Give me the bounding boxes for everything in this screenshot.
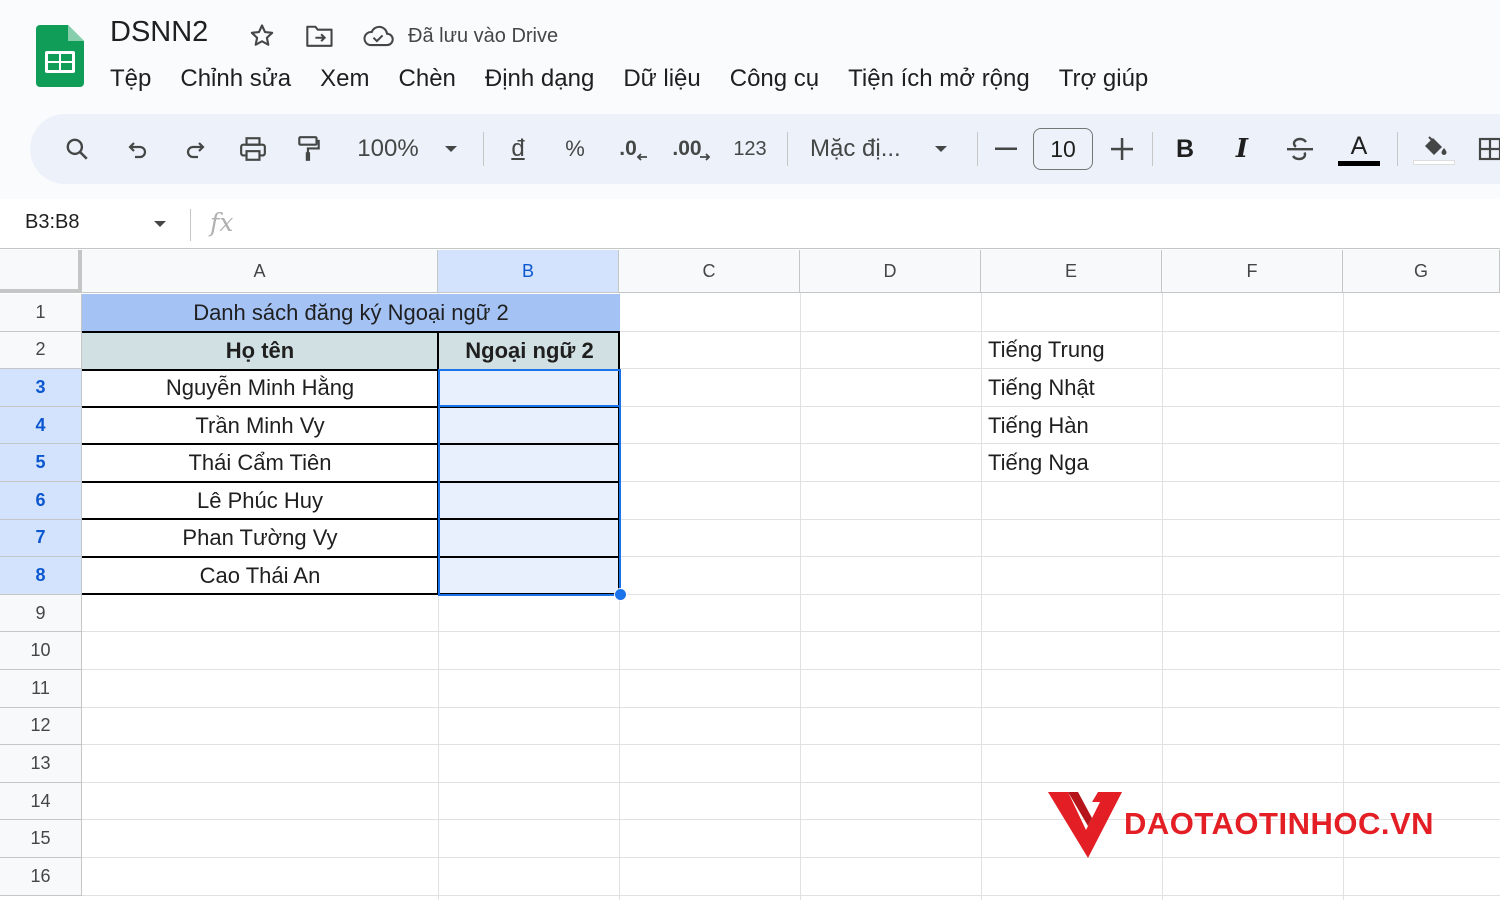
text-color-label: A xyxy=(1350,131,1368,160)
row-header-1[interactable]: 1 xyxy=(0,294,82,332)
decrease-font-size-icon[interactable] xyxy=(992,114,1020,184)
save-status: Đã lưu vào Drive xyxy=(408,25,559,47)
name-box[interactable]: B3:B8 xyxy=(25,211,79,234)
search-menu-icon[interactable] xyxy=(60,114,94,184)
fill-color-button[interactable] xyxy=(1412,114,1456,184)
row-header-12[interactable]: 12 xyxy=(0,707,82,746)
menu-tools[interactable]: Công cụ xyxy=(730,62,819,96)
name-cell-a8[interactable]: Cao Thái An xyxy=(82,557,438,595)
document-title[interactable]: DSNN2 xyxy=(110,16,208,49)
formula-bar: B3:B8 fx xyxy=(0,199,1500,249)
text-color-swatch xyxy=(1338,160,1380,166)
fx-icon: fx xyxy=(210,208,234,237)
column-header-a[interactable]: A xyxy=(82,250,438,293)
name-cell-a6[interactable]: Lê Phúc Huy xyxy=(82,482,438,520)
row-header-9[interactable]: 9 xyxy=(0,594,82,633)
text-color-button[interactable]: A xyxy=(1338,114,1380,184)
bold-button[interactable]: B xyxy=(1171,114,1199,184)
watermark-v-icon xyxy=(1048,792,1122,858)
font-chevron-down-icon[interactable] xyxy=(930,114,952,184)
move-folder-icon[interactable] xyxy=(302,20,338,52)
column-header-f[interactable]: F xyxy=(1162,250,1343,293)
name-cell-a7[interactable]: Phan Tường Vy xyxy=(82,520,438,558)
menu-file[interactable]: Tệp xyxy=(110,62,151,96)
percent-format-button[interactable]: % xyxy=(561,114,589,184)
row-header-10[interactable]: 10 xyxy=(0,632,82,670)
star-icon[interactable] xyxy=(244,20,280,52)
column-header-b[interactable]: B xyxy=(438,250,619,293)
fill-color-swatch xyxy=(1413,159,1455,165)
row-header-13[interactable]: 13 xyxy=(0,745,82,783)
menu-help[interactable]: Trợ giúp xyxy=(1059,62,1149,96)
row-header-14[interactable]: 14 xyxy=(0,782,82,821)
spreadsheet-grid[interactable]: ABCDEFG 1 2 3 4 5 6 7 8 9 10 11 12 13 14 15 16 Danh sác… xyxy=(0,250,1500,900)
sheets-logo-icon[interactable] xyxy=(36,25,84,87)
row-header-6[interactable]: 6 xyxy=(0,482,82,520)
fill-handle[interactable] xyxy=(614,588,627,601)
name-cell-a4[interactable]: Trần Minh Vy xyxy=(82,407,438,445)
select-all-corner[interactable] xyxy=(0,250,82,293)
font-family-select[interactable]: Mặc đị... xyxy=(810,114,914,184)
borders-icon[interactable] xyxy=(1476,114,1500,184)
number-format-button[interactable]: 123 xyxy=(730,114,770,184)
increase-font-size-icon[interactable] xyxy=(1108,114,1136,184)
header-name-cell[interactable]: Họ tên xyxy=(82,332,438,369)
language-cell-e2[interactable]: Tiếng Trung xyxy=(982,332,1162,370)
row-header-2[interactable]: 2 xyxy=(0,331,82,370)
italic-button[interactable]: I xyxy=(1228,114,1256,184)
name-cell-a3[interactable]: Nguyễn Minh Hằng xyxy=(82,369,438,407)
column-header-e[interactable]: E xyxy=(981,250,1162,293)
menu-edit[interactable]: Chỉnh sửa xyxy=(180,62,291,96)
menu-bar: Tệp Chỉnh sửa Xem Chèn Định dạng Dữ liệu… xyxy=(110,62,1177,96)
row-header-3[interactable]: 3 xyxy=(0,369,82,407)
row-header-15[interactable]: 15 xyxy=(0,820,82,858)
app-header: DSNN2 Đã lưu vào Drive Tệp Chỉnh sửa Xem… xyxy=(0,0,1500,112)
language-cell-e5[interactable]: Tiếng Nga xyxy=(982,444,1162,482)
chevron-down-icon[interactable] xyxy=(440,114,462,184)
menu-extensions[interactable]: Tiện ích mở rộng xyxy=(848,62,1030,96)
redo-icon[interactable] xyxy=(178,114,212,184)
watermark-logo: DAOTAOTINHOC.VN xyxy=(1048,788,1488,862)
watermark-text: DAOTAOTINHOC.VN xyxy=(1124,806,1435,841)
decrease-decimal-button[interactable]: .0 xyxy=(614,114,654,184)
menu-data[interactable]: Dữ liệu xyxy=(623,62,700,96)
menu-format[interactable]: Định dạng xyxy=(485,62,594,96)
currency-format-button[interactable]: đ xyxy=(504,114,532,184)
title-actions xyxy=(244,20,418,52)
name-box-chevron-down-icon[interactable] xyxy=(153,219,167,229)
menu-view[interactable]: Xem xyxy=(320,62,369,96)
active-cell-b3[interactable] xyxy=(438,369,621,407)
row-header-5[interactable]: 5 xyxy=(0,444,82,482)
strikethrough-icon[interactable] xyxy=(1283,114,1317,184)
column-header-g[interactable]: G xyxy=(1343,250,1500,293)
name-cell-a5[interactable]: Thái Cẩm Tiên xyxy=(82,444,438,482)
print-icon[interactable] xyxy=(235,114,271,184)
language-cell-e3[interactable]: Tiếng Nhật xyxy=(982,369,1162,407)
table-title-cell[interactable]: Danh sách đăng ký Ngoại ngữ 2 xyxy=(82,294,620,331)
font-size-input[interactable]: 10 xyxy=(1033,128,1093,170)
cloud-saved-icon[interactable] xyxy=(360,20,396,52)
row-header-16[interactable]: 16 xyxy=(0,858,82,896)
sheets-app: DSNN2 Đã lưu vào Drive Tệp Chỉnh sửa Xem… xyxy=(0,0,1500,900)
header-language-cell[interactable]: Ngoại ngữ 2 xyxy=(439,332,620,369)
paint-bucket-icon xyxy=(1425,135,1447,155)
language-cell-e4[interactable]: Tiếng Hàn xyxy=(982,407,1162,445)
row-header-7[interactable]: 7 xyxy=(0,519,82,558)
undo-icon[interactable] xyxy=(121,114,155,184)
paint-format-icon[interactable] xyxy=(292,114,326,184)
row-header-11[interactable]: 11 xyxy=(0,670,82,708)
row-header-8[interactable]: 8 xyxy=(0,557,82,595)
zoom-select[interactable]: 100% xyxy=(352,114,424,184)
column-header-d[interactable]: D xyxy=(800,250,981,293)
toolbar: 100% đ % .0 .00 123 Mặc đị... 10 B I A xyxy=(30,114,1500,184)
row-header-4[interactable]: 4 xyxy=(0,406,82,445)
menu-insert[interactable]: Chèn xyxy=(399,62,456,96)
increase-decimal-button[interactable]: .00 xyxy=(670,114,714,184)
column-header-c[interactable]: C xyxy=(619,250,800,293)
